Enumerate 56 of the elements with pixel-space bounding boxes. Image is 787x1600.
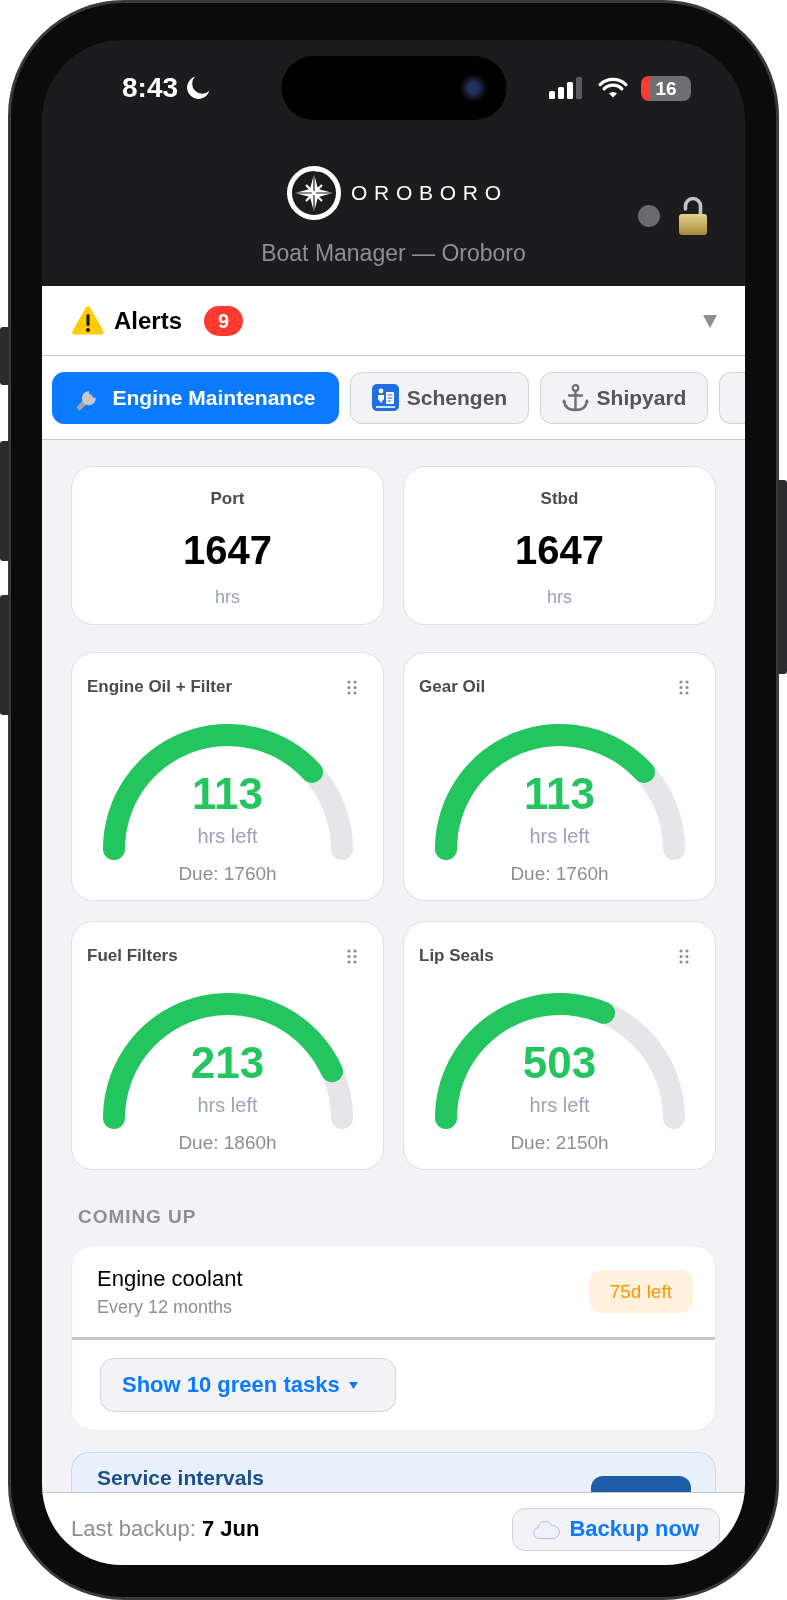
due-hours: Due: 1760h [178, 862, 277, 886]
task-interval: Every 12 months [97, 1295, 234, 1318]
due-hours: Due: 1760h [510, 862, 609, 886]
task-name: Engine coolant [97, 1265, 243, 1292]
section-heading: COMING UP [77, 1205, 197, 1229]
brand-name: OROBORO [351, 180, 508, 206]
gauge-title: Lip Seals [419, 946, 494, 966]
last-backup-text: Last backup: 7 Jun [71, 1516, 260, 1542]
hours-left-label: hrs left [529, 824, 590, 848]
days-left-badge: 75d left [588, 1270, 693, 1313]
engine-label: Port [210, 489, 245, 509]
hours-left-value: 503 [522, 1041, 597, 1085]
compass-logo-icon [286, 165, 342, 221]
caret-icon [348, 1381, 358, 1389]
cloud-icon [533, 1519, 561, 1539]
anchor-icon [561, 383, 589, 412]
hours-unit: hrs [215, 586, 240, 608]
moon-icon [186, 76, 211, 100]
gauge-title: Fuel Filters [87, 946, 178, 966]
engine-hours-value: 1647 [515, 528, 604, 572]
engine-label: Stbd [540, 489, 579, 509]
alerts-toggle[interactable]: Alerts 9 [42, 286, 745, 356]
gauge-title: Engine Oil + Filter [87, 677, 232, 697]
show-tasks-button[interactable]: Show 10 green tasks [100, 1358, 396, 1412]
caret-icon [702, 312, 718, 329]
drag-handle-icon[interactable] [679, 679, 689, 695]
gauge-title: Gear Oil [419, 677, 486, 697]
engine-hours-value: 1647 [183, 528, 272, 572]
tab[interactable]: Engine Maintenance [52, 371, 339, 424]
due-hours: Due: 1860h [178, 1131, 277, 1155]
alert-count-badge: 9 [204, 305, 244, 336]
tab[interactable]: Schengen [350, 371, 529, 424]
passport-control-icon [371, 384, 399, 411]
drag-handle-icon[interactable] [347, 948, 357, 964]
wifi-icon [598, 77, 628, 99]
drag-handle-icon[interactable] [679, 948, 689, 964]
due-hours: Due: 2150h [510, 1131, 609, 1155]
hours-unit: hrs [547, 586, 572, 608]
tab[interactable]: Shipyard [540, 371, 708, 424]
service-action-button[interactable] [591, 1476, 691, 1492]
hours-left-label: hrs left [197, 824, 258, 848]
status-time: 8:43 [122, 72, 179, 104]
warning-icon [72, 306, 104, 335]
hours-left-value: 113 [192, 772, 263, 816]
hours-left-label: hrs left [529, 1093, 590, 1117]
drag-handle-icon[interactable] [347, 679, 357, 695]
hours-left-value: 113 [524, 772, 595, 816]
hours-left-label: hrs left [197, 1093, 258, 1117]
padlock-icon [677, 196, 709, 236]
camera-lens-icon [460, 75, 486, 101]
app-subtitle: Boat Manager — Oroboro [261, 239, 526, 267]
hours-left-value: 213 [190, 1041, 265, 1085]
backup-now-button[interactable]: Backup now [512, 1507, 720, 1551]
battery-indicator: 16 [641, 75, 691, 101]
service-intervals-title: Service intervals [97, 1466, 264, 1490]
signal-icon [549, 77, 585, 99]
